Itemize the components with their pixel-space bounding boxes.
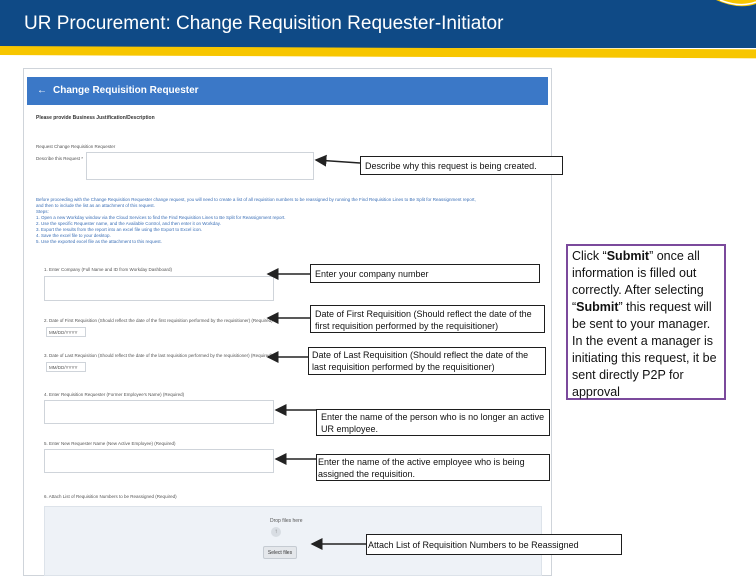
- submit-keyword: Submit: [606, 249, 650, 263]
- instruction-line: and then to include the list as an attac…: [36, 203, 155, 208]
- instruction-line: 1. Open a new Workday window via the Clo…: [36, 215, 286, 220]
- arrow-left-icon[interactable]: ←: [37, 85, 47, 96]
- instruction-line: 2. Use the specific Requester name, and …: [36, 221, 221, 226]
- upload-icon: ↑: [271, 527, 281, 537]
- first-req-date-input[interactable]: MM/DD/YYYY: [46, 327, 86, 337]
- drop-files-text: Drop files here: [270, 518, 303, 524]
- new-employee-label: 5. Enter New Requester Name (New Active …: [44, 441, 176, 446]
- instruction-line: Before proceeding with the Change Requis…: [36, 197, 476, 202]
- select-files-button[interactable]: Select files: [263, 546, 297, 559]
- section-label: Please provide Business Justification/De…: [36, 115, 155, 121]
- instruction-line: Steps:: [36, 209, 49, 214]
- title-accent-stripe: [0, 46, 756, 59]
- last-req-callout: Date of Last Requisition (Should reflect…: [308, 347, 546, 375]
- title-corner-swoosh: [716, 0, 756, 7]
- new-employee-callout: Enter the name of the active employee wh…: [316, 454, 550, 481]
- new-employee-input[interactable]: [44, 449, 274, 473]
- attach-callout: Attach List of Requisition Numbers to be…: [366, 534, 622, 555]
- last-req-date-input[interactable]: MM/DD/YYYY: [46, 362, 86, 372]
- former-employee-callout: Enter the name of the person who is no l…: [316, 409, 550, 436]
- company-input[interactable]: [44, 276, 274, 301]
- submit-keyword: Submit: [576, 300, 619, 314]
- former-employee-label: 4. Enter Requisition Requester (Former E…: [44, 392, 185, 397]
- company-callout: Enter your company number: [310, 264, 540, 283]
- last-req-label: 3. Date of Last Requisition (Should refl…: [44, 353, 273, 358]
- instruction-line: 4. Save the excel file to your desktop.: [36, 233, 111, 238]
- describe-input[interactable]: [86, 152, 314, 180]
- first-req-callout: Date of First Requisition (Should reflec…: [310, 305, 545, 333]
- submit-text-prefix: Click “: [572, 249, 607, 263]
- slide-title: UR Procurement: Change Requisition Reque…: [24, 13, 504, 34]
- describe-callout: Describe why this request is being creat…: [360, 156, 563, 175]
- sub-label: Request Change Requisition Requester: [36, 144, 116, 149]
- former-employee-input[interactable]: [44, 400, 274, 424]
- first-req-label: 2. Date of First Requisition (Should ref…: [44, 318, 273, 323]
- form-header: ← Change Requisition Requester: [27, 77, 548, 105]
- form-title: Change Requisition Requester: [53, 85, 199, 96]
- describe-label: Describe this Request *: [36, 156, 84, 161]
- submit-text-suffix: ” this request will be sent to your mana…: [572, 300, 717, 399]
- instruction-line: 5. Use the exported excel file as the at…: [36, 239, 162, 244]
- instruction-line: 3. Export the results from the report in…: [36, 227, 203, 232]
- submit-callout: Click “Submit” once all information is f…: [566, 244, 726, 400]
- attach-label: 6. Attach List of Requisition Numbers to…: [44, 494, 177, 499]
- company-label: 1. Enter Company (Full Name and ID from …: [44, 267, 172, 272]
